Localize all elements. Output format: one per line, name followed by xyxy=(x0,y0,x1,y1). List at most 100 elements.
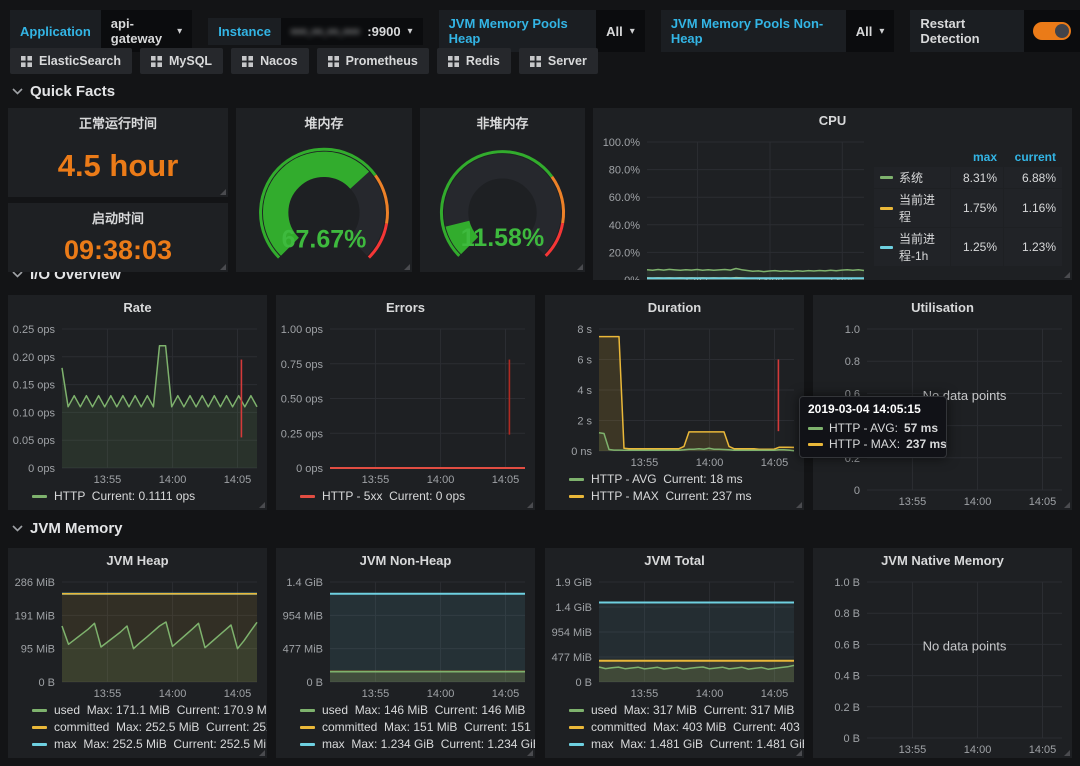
variable-instance: Instance •••.••.••.•••:9900 ▾ xyxy=(208,18,422,45)
legend-max-value: 1.75% xyxy=(951,189,1003,227)
legend-text: max Max: 1.234 GiB Current: 1.234 GiB xyxy=(322,736,535,753)
legend-item[interactable]: HTTP Current: 0.1111 ops xyxy=(32,488,259,505)
svg-text:0.2 B: 0.2 B xyxy=(834,702,860,714)
series-color-swatch xyxy=(569,478,584,481)
svg-text:14:05: 14:05 xyxy=(492,474,520,486)
svg-text:0.6 B: 0.6 B xyxy=(834,639,860,651)
panel-title[interactable]: Duration xyxy=(545,295,804,321)
legend-item[interactable]: committed Max: 151 MiB Current: 151 MiB xyxy=(300,719,527,736)
panel-title[interactable]: JVM Native Memory xyxy=(813,548,1072,574)
link-redis[interactable]: Redis xyxy=(437,48,511,74)
link-elasticsearch[interactable]: ElasticSearch xyxy=(10,48,132,74)
legend-text: 当前进程-1h xyxy=(899,230,944,264)
legend-item[interactable]: committed Max: 252.5 MiB Current: 252.5 … xyxy=(32,719,259,736)
nonheap-pools-dropdown[interactable]: All ▾ xyxy=(846,10,895,52)
tooltip-row: HTTP - MAX: 237 ms xyxy=(808,436,938,452)
link-label: ElasticSearch xyxy=(39,54,121,68)
uptime-value: 4.5 hour xyxy=(8,134,228,197)
svg-text:14:00: 14:00 xyxy=(964,496,992,508)
legend-series-name[interactable]: 系统 xyxy=(874,167,950,188)
legend-item[interactable]: committed Max: 403 MiB Current: 403 MiB xyxy=(569,719,796,736)
variables-bar: Application api-gateway ▾ Instance •••.•… xyxy=(10,10,1080,52)
legend-item[interactable]: HTTP - MAX Current: 237 ms xyxy=(569,488,796,505)
panel-title[interactable]: CPU xyxy=(593,108,1072,134)
legend-max-value: 8.31% xyxy=(951,167,1003,188)
svg-text:954 MiB: 954 MiB xyxy=(552,627,592,639)
heap-pools-dropdown[interactable]: All ▾ xyxy=(596,10,645,52)
svg-text:0.10 ops: 0.10 ops xyxy=(13,407,56,419)
rate-chart[interactable]: 0.25 ops0.20 ops0.15 ops0.10 ops0.05 ops… xyxy=(8,321,267,488)
section-quick-facts[interactable]: Quick Facts xyxy=(12,83,115,100)
panel-title[interactable]: Utilisation xyxy=(813,295,1072,321)
panel-jvm-heap: JVM Heap 286 MiB191 MiB95 MiB0 B13:5514:… xyxy=(8,548,267,758)
panel-jvm-nonheap: JVM Non-Heap 1.4 GiB954 MiB477 MiB0 B13:… xyxy=(276,548,535,758)
legend-item[interactable]: max Max: 1.481 GiB Current: 1.481 GiB xyxy=(569,736,796,753)
dashboard-grid-icon xyxy=(448,56,459,67)
series-color-swatch xyxy=(569,743,584,746)
jvm-total-chart[interactable]: 1.9 GiB1.4 GiB954 MiB477 MiB0 B13:5514:0… xyxy=(545,574,804,702)
series-color-swatch xyxy=(300,709,315,712)
panel-title[interactable]: 非堆内存 xyxy=(420,108,585,134)
link-server[interactable]: Server xyxy=(519,48,598,74)
panel-jvm-native: JVM Native Memory 1.0 B0.8 B0.6 B0.4 B0.… xyxy=(813,548,1072,758)
legend-col-current[interactable]: current xyxy=(1004,148,1062,166)
panel-title[interactable]: JVM Heap xyxy=(8,548,267,574)
panel-title[interactable]: Rate xyxy=(8,295,267,321)
svg-text:6 s: 6 s xyxy=(577,355,592,367)
legend-text: HTTP - 5xx Current: 0 ops xyxy=(322,488,465,505)
svg-text:13:55: 13:55 xyxy=(631,688,659,700)
jvm-nonheap-chart[interactable]: 1.4 GiB954 MiB477 MiB0 B13:5514:0014:05 xyxy=(276,574,535,702)
panel-title[interactable]: 启动时间 xyxy=(8,203,228,229)
panel-title[interactable]: JVM Total xyxy=(545,548,804,574)
svg-text:14:05: 14:05 xyxy=(761,688,789,700)
panel-title[interactable]: 正常运行时间 xyxy=(8,108,228,134)
legend-max-value: 1.25% xyxy=(951,228,1003,266)
jvm-native-chart[interactable]: 1.0 B0.8 B0.6 B0.4 B0.2 B0 B13:5514:0014… xyxy=(813,574,1072,758)
link-label: Prometheus xyxy=(346,54,418,68)
legend-item[interactable]: HTTP - AVG Current: 18 ms xyxy=(569,471,796,488)
heap-gauge: 67.67% xyxy=(236,134,412,272)
dashboard-grid-icon xyxy=(242,56,253,67)
legend-series-name[interactable]: 当前进程 xyxy=(874,189,950,227)
legend-item[interactable]: used Max: 171.1 MiB Current: 170.9 MiB xyxy=(32,702,259,719)
cpu-chart[interactable]: 100.0%80.0%60.0%40.0%20.0%0%13:5514:0014… xyxy=(593,134,874,280)
link-prometheus[interactable]: Prometheus xyxy=(317,48,429,74)
legend-series-name[interactable]: 当前进程-1h xyxy=(874,228,950,266)
toggle-on-icon xyxy=(1033,22,1071,40)
svg-text:0.75 ops: 0.75 ops xyxy=(281,359,324,371)
duration-chart[interactable]: 8 s6 s4 s2 s0 ns13:5514:0014:05 xyxy=(545,321,804,471)
legend-item[interactable]: used Max: 317 MiB Current: 317 MiB xyxy=(569,702,796,719)
caret-down-icon: ▾ xyxy=(630,26,635,37)
legend-item[interactable]: used Max: 146 MiB Current: 146 MiB xyxy=(300,702,527,719)
errors-legend: HTTP - 5xx Current: 0 ops xyxy=(276,488,535,510)
instance-dropdown[interactable]: •••.••.••.•••:9900 ▾ xyxy=(281,18,423,45)
svg-text:0 ops: 0 ops xyxy=(296,463,323,475)
series-color-swatch xyxy=(300,743,315,746)
application-dropdown[interactable]: api-gateway ▾ xyxy=(101,10,192,52)
panel-title[interactable]: JVM Non-Heap xyxy=(276,548,535,574)
jvm-heap-chart[interactable]: 286 MiB191 MiB95 MiB0 B13:5514:0014:05 xyxy=(8,574,267,702)
legend-item[interactable]: max Max: 1.234 GiB Current: 1.234 GiB xyxy=(300,736,527,753)
nonheap-pools-value: All xyxy=(856,24,873,39)
series-color-swatch xyxy=(880,246,893,249)
link-nacos[interactable]: Nacos xyxy=(231,48,309,74)
svg-text:1.4 GiB: 1.4 GiB xyxy=(555,602,592,614)
jvm-nonheap-legend: used Max: 146 MiB Current: 146 MiBcommit… xyxy=(276,702,535,758)
legend-col-max[interactable]: max xyxy=(951,148,1003,166)
legend-item[interactable]: HTTP - 5xx Current: 0 ops xyxy=(300,488,527,505)
legend-text: max Max: 252.5 MiB Current: 252.5 MiB xyxy=(54,736,267,753)
svg-text:0.8: 0.8 xyxy=(845,356,860,368)
legend-text: HTTP - AVG Current: 18 ms xyxy=(591,471,743,488)
legend-item[interactable]: max Max: 252.5 MiB Current: 252.5 MiB xyxy=(32,736,259,753)
jvm-total-legend: used Max: 317 MiB Current: 317 MiBcommit… xyxy=(545,702,804,758)
svg-text:14:00: 14:00 xyxy=(427,474,455,486)
restart-detection-toggle[interactable] xyxy=(1024,10,1080,52)
series-color-swatch xyxy=(32,495,47,498)
link-mysql[interactable]: MySQL xyxy=(140,48,223,74)
section-jvm-memory[interactable]: JVM Memory xyxy=(12,520,123,537)
panel-title[interactable]: Errors xyxy=(276,295,535,321)
panel-errors: Errors 1.00 ops0.75 ops0.50 ops0.25 ops0… xyxy=(276,295,535,510)
panel-title[interactable]: 堆内存 xyxy=(236,108,412,134)
rate-legend: HTTP Current: 0.1111 ops xyxy=(8,488,267,510)
errors-chart[interactable]: 1.00 ops0.75 ops0.50 ops0.25 ops0 ops13:… xyxy=(276,321,535,488)
